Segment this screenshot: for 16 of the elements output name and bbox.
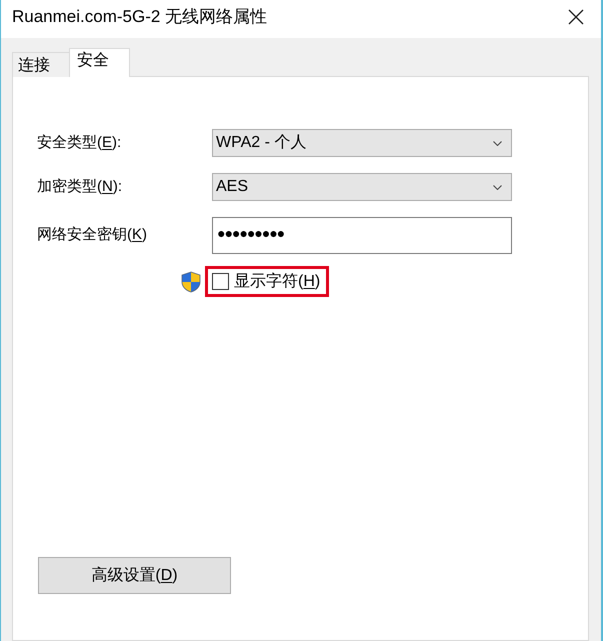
shield-icon bbox=[181, 270, 201, 292]
field-label: 加密类型(N): bbox=[37, 176, 124, 197]
tab[interactable]: 连接 bbox=[12, 52, 70, 77]
checkbox[interactable] bbox=[212, 273, 229, 290]
advanced-settings-button[interactable]: 高级设置(D) bbox=[38, 557, 231, 594]
chevron-down-icon bbox=[493, 140, 502, 146]
password-field[interactable]: ●●●●●●●●● bbox=[212, 217, 512, 254]
close-icon bbox=[568, 9, 584, 25]
tab[interactable]: 安全 bbox=[69, 48, 130, 77]
dropdown[interactable]: WPA2 - 个人 bbox=[212, 129, 512, 157]
field-label: 安全类型(E): bbox=[37, 132, 122, 153]
field-label: 网络安全密钥(K) bbox=[37, 225, 148, 246]
chevron-down-icon bbox=[493, 184, 502, 190]
checkbox-label[interactable]: 显示字符(H) bbox=[234, 270, 320, 294]
window-title: Ruanmei.com-5G-2 无线网络属性 bbox=[12, 6, 268, 28]
dropdown[interactable]: AES bbox=[212, 173, 512, 201]
